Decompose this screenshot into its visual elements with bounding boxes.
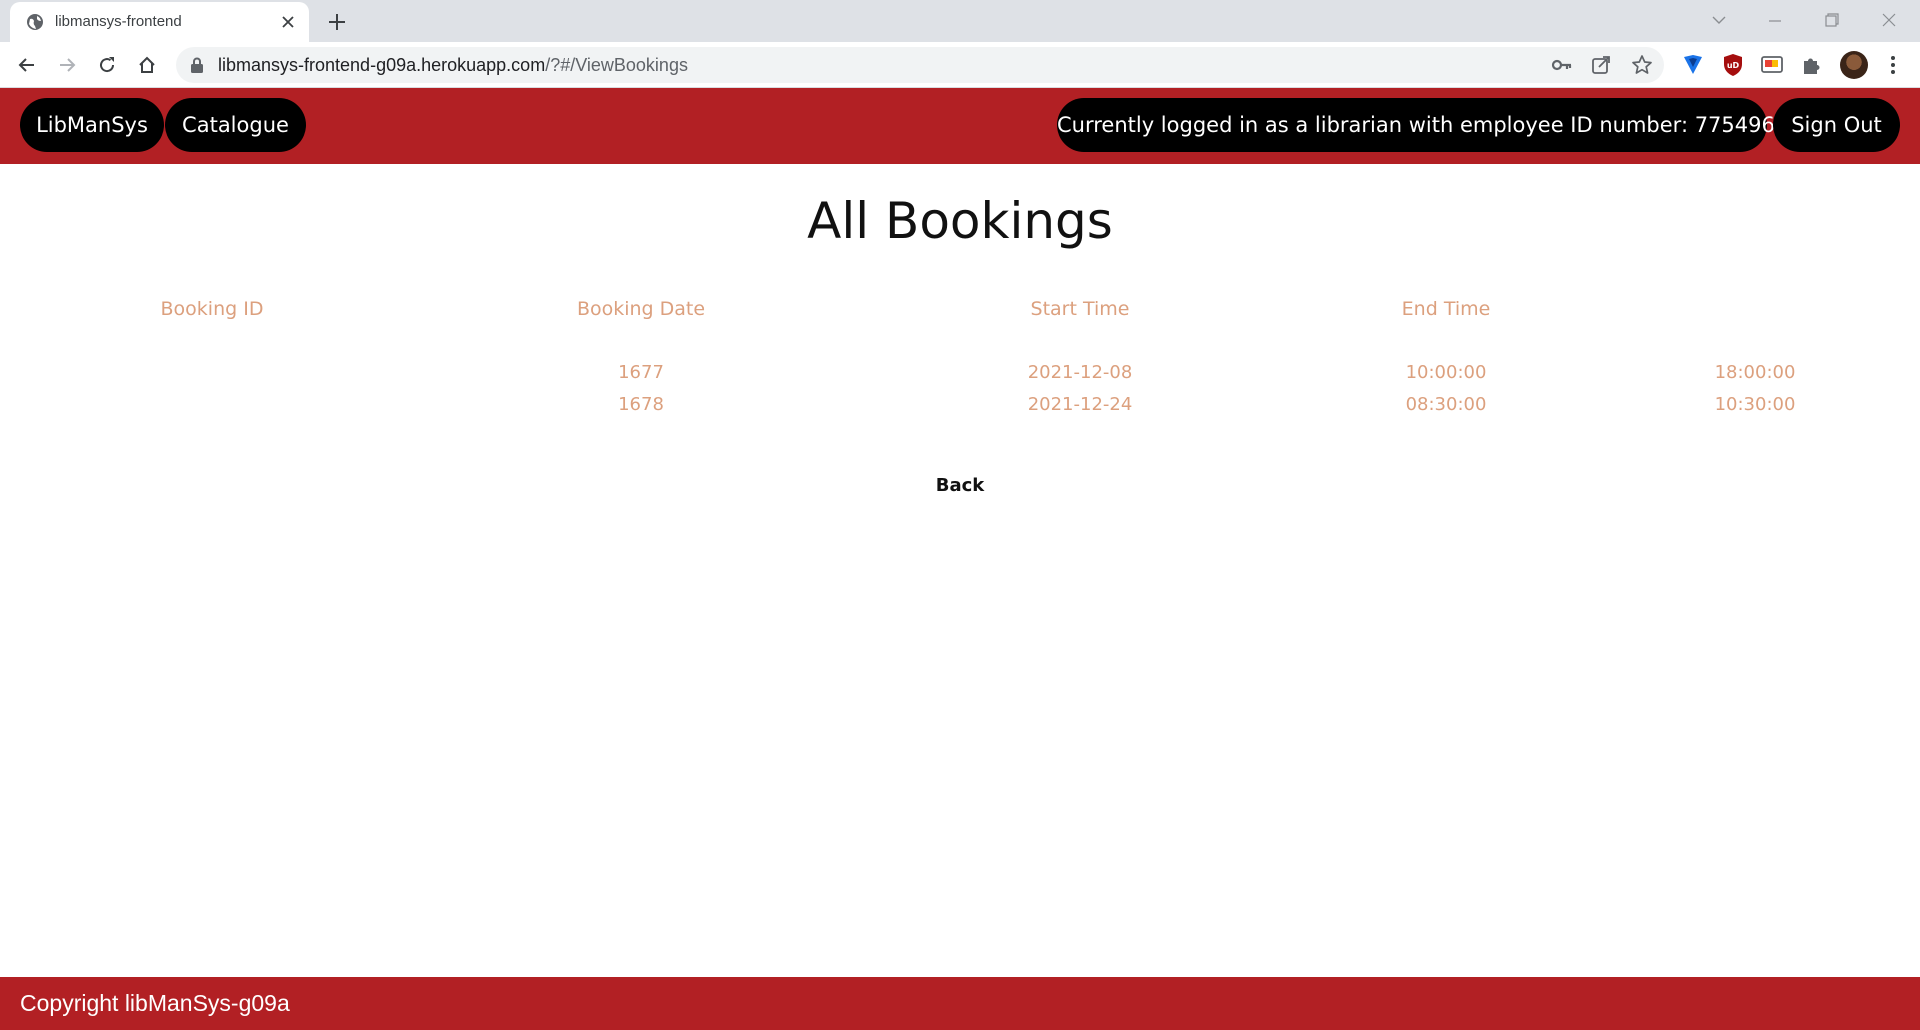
back-nav-button[interactable] xyxy=(12,50,42,80)
tab-search-button[interactable] xyxy=(1696,5,1742,35)
tab-strip: libmansys-frontend xyxy=(0,0,1920,42)
header-booking-id: Booking ID xyxy=(160,298,264,320)
avatar[interactable] xyxy=(1840,51,1868,79)
cell-start-time: 08:30:00 xyxy=(1405,394,1487,415)
browser-toolbar: libmansys-frontend-g09a.herokuapp.com/?#… xyxy=(0,42,1920,88)
restore-button[interactable] xyxy=(1809,5,1855,35)
cell-booking-id: 1678 xyxy=(618,394,664,415)
cell-start-time: 10:00:00 xyxy=(1405,362,1487,383)
header-end-time: End Time xyxy=(1401,298,1491,320)
page-title: All Bookings xyxy=(807,192,1113,250)
app-navbar: LibManSys Catalogue Currently logged in … xyxy=(0,88,1920,164)
arrow-left-icon xyxy=(18,58,34,72)
kebab-menu-icon[interactable] xyxy=(1880,52,1906,78)
sign-out-button[interactable]: Sign Out xyxy=(1773,98,1900,152)
tab-title: libmansys-frontend xyxy=(55,13,182,30)
cell-end-time: 10:30:00 xyxy=(1714,394,1796,415)
browser-window: libmansys-frontend libmansys-frontend-g0… xyxy=(0,0,1920,1030)
home-button[interactable] xyxy=(132,50,162,80)
footer: Copyright libManSys-g09a xyxy=(0,977,1920,1030)
star-icon[interactable] xyxy=(1631,54,1653,76)
share-icon[interactable] xyxy=(1590,54,1612,76)
header-booking-date: Booking Date xyxy=(576,298,706,320)
cell-booking-date: 2021-12-08 xyxy=(1027,362,1133,383)
minimize-icon xyxy=(1769,20,1781,22)
key-icon[interactable] xyxy=(1551,54,1573,76)
url-path: /?#/ViewBookings xyxy=(545,55,688,75)
back-button[interactable]: Back xyxy=(910,470,1010,502)
login-status-badge: Currently logged in as a librarian with … xyxy=(1057,98,1775,152)
brand-button[interactable]: LibManSys xyxy=(20,98,164,152)
shield-extension-icon[interactable] xyxy=(1680,52,1706,78)
restore-icon xyxy=(1825,13,1839,27)
plus-icon[interactable] xyxy=(324,9,350,35)
cast-extension-icon[interactable] xyxy=(1759,52,1785,78)
copyright-text: Copyright libManSys-g09a xyxy=(20,990,290,1016)
globe-icon xyxy=(27,14,43,30)
close-icon[interactable] xyxy=(280,14,296,30)
home-icon xyxy=(139,56,155,73)
catalogue-button[interactable]: Catalogue xyxy=(165,98,306,152)
address-bar[interactable]: libmansys-frontend-g09a.herokuapp.com/?#… xyxy=(176,47,1664,83)
cell-booking-id: 1677 xyxy=(618,362,664,383)
close-window-icon xyxy=(1882,13,1896,27)
ublock-icon[interactable]: uD xyxy=(1720,52,1746,78)
reload-button[interactable] xyxy=(92,50,122,80)
puzzle-icon[interactable] xyxy=(1799,52,1825,78)
url-text[interactable]: libmansys-frontend-g09a.herokuapp.com/?#… xyxy=(218,47,688,83)
forward-nav-button[interactable] xyxy=(52,50,82,80)
lock-icon xyxy=(191,57,203,73)
cell-booking-date: 2021-12-24 xyxy=(1027,394,1133,415)
close-window-button[interactable] xyxy=(1866,5,1912,35)
arrow-right-icon xyxy=(60,58,76,72)
url-domain: libmansys-frontend-g09a.herokuapp.com xyxy=(218,55,546,75)
active-tab[interactable]: libmansys-frontend xyxy=(10,2,309,42)
svg-text:uD: uD xyxy=(1727,61,1740,70)
header-start-time: Start Time xyxy=(1030,298,1130,320)
reload-icon xyxy=(100,57,115,73)
minimize-button[interactable] xyxy=(1752,5,1798,35)
chevron-down-icon xyxy=(1712,16,1726,24)
cell-end-time: 18:00:00 xyxy=(1714,362,1796,383)
